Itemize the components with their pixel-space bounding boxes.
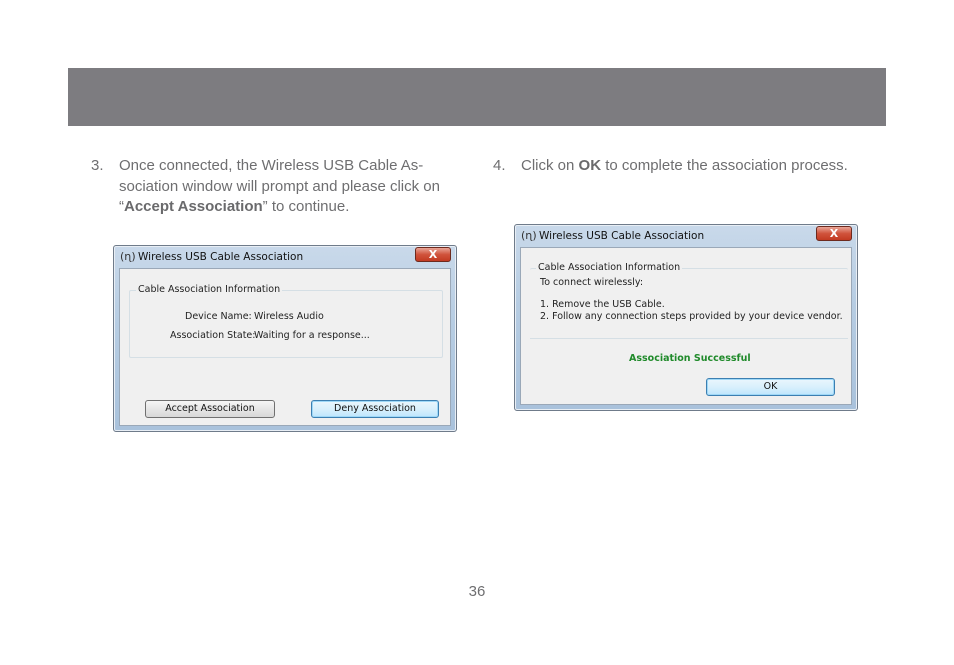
- wireless-usb-icon: (ɳ): [120, 250, 136, 263]
- step-4-text-after: to complete the association process.: [601, 157, 848, 174]
- group-separator: [530, 338, 848, 339]
- dialog-client-area: Cable Association Information Device Nam…: [119, 268, 451, 426]
- instructions-heading: To connect wirelessly:: [540, 277, 644, 288]
- cable-association-groupbox: Cable Association Information: [129, 284, 443, 358]
- association-dialog-success: (ɳ) Wireless USB Cable Association X Cab…: [514, 224, 858, 411]
- device-name-label: Device Name:: [185, 311, 252, 322]
- step-3-number: 3.: [91, 157, 104, 174]
- association-dialog-pending: (ɳ) Wireless USB Cable Association X Cab…: [113, 245, 457, 432]
- close-button[interactable]: X: [816, 226, 852, 241]
- association-state-value: Waiting for a response...: [254, 330, 370, 341]
- accept-association-button[interactable]: Accept Association: [145, 400, 275, 418]
- dialog-titlebar[interactable]: (ɳ) Wireless USB Cable Association X: [515, 225, 857, 247]
- groupbox-legend: Cable Association Information: [136, 284, 283, 295]
- dialog-title: Wireless USB Cable Association: [539, 230, 705, 242]
- deny-association-button[interactable]: Deny Association: [311, 400, 439, 418]
- instruction-step-1: 1. Remove the USB Cable.: [540, 299, 665, 310]
- dialog-client-area: Cable Association Information To connect…: [520, 247, 852, 405]
- page-number: 36: [468, 583, 486, 600]
- step-3-bold: Accept Association: [124, 198, 263, 215]
- instruction-step-2: 2. Follow any connection steps provided …: [540, 311, 843, 322]
- groupbox-legend: Cable Association Information: [536, 262, 683, 273]
- step-4-number: 4.: [493, 157, 506, 174]
- step-3-text: Once connected, the Wireless USB Cable A…: [119, 156, 461, 218]
- close-button[interactable]: X: [415, 247, 451, 262]
- dialog-titlebar[interactable]: (ɳ) Wireless USB Cable Association X: [114, 246, 456, 268]
- step-4-bold: OK: [578, 157, 602, 174]
- association-state-label: Association State:: [170, 330, 256, 341]
- header-band: [68, 68, 886, 126]
- step-4-text-before: Click on: [521, 157, 579, 174]
- device-name-value: Wireless Audio: [254, 311, 324, 322]
- ok-button[interactable]: OK: [706, 378, 835, 396]
- association-status: Association Successful: [629, 353, 751, 364]
- step-3-text-after: ” to continue.: [262, 198, 350, 215]
- step-4-text: Click on OK to complete the association …: [521, 156, 853, 177]
- wireless-usb-icon: (ɳ): [521, 229, 537, 242]
- dialog-title: Wireless USB Cable Association: [138, 251, 304, 263]
